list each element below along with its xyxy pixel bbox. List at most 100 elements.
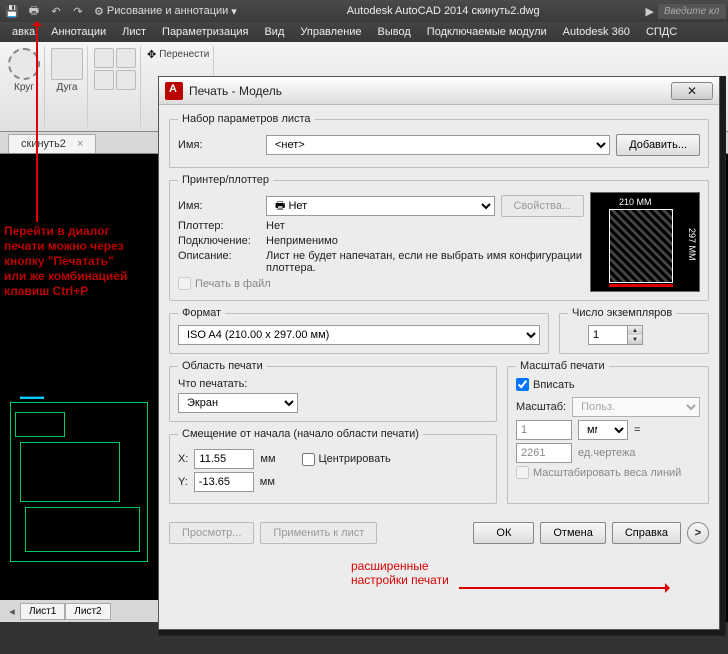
menu-item[interactable]: Параметризация <box>154 24 256 40</box>
spin-down-icon[interactable]: ▼ <box>628 335 642 344</box>
layout-tab[interactable]: Лист2 <box>65 603 110 620</box>
autocad-logo-icon <box>165 82 183 100</box>
search-input[interactable]: Введите кл <box>658 4 726 19</box>
what-label: Что печатать: <box>178 378 488 390</box>
mm-label: мм <box>260 453 275 465</box>
menu-item[interactable]: Autodesk 360 <box>555 24 638 40</box>
menu-item[interactable]: Аннотации <box>43 24 114 40</box>
help-button[interactable]: Справка <box>612 522 681 544</box>
move-label[interactable]: Перенести <box>159 49 209 60</box>
workspace-dropdown[interactable]: ⚙ Рисование и аннотации ▾ <box>90 5 241 18</box>
close-button[interactable]: ✕ <box>671 82 713 100</box>
connection-value: Неприменимо <box>266 235 338 247</box>
scale-label: Масштаб: <box>516 401 566 413</box>
menu-bar: авка Аннотации Лист Параметризация Вид У… <box>0 22 728 42</box>
menu-item[interactable]: Подключаемые модули <box>419 24 555 40</box>
redo-icon[interactable]: ↷ <box>68 2 88 20</box>
format-select[interactable]: ISO A4 (210.00 x 297.00 мм) <box>178 325 540 345</box>
arc-label: Дуга <box>57 82 78 93</box>
offset-group: Смещение от начала (начало области печат… <box>169 428 497 504</box>
printer-legend: Принтер/плоттер <box>178 174 273 186</box>
ok-button[interactable]: ОК <box>473 522 534 544</box>
add-button[interactable]: Добавить... <box>616 134 700 156</box>
cancel-button[interactable]: Отмена <box>540 522 605 544</box>
preview-height: 297 MM <box>687 228 697 261</box>
scale-group: Масштаб печати Вписать Масштаб: Польз. м… <box>507 360 709 504</box>
page-setup-group: Набор параметров листа Имя: <нет> Добави… <box>169 113 709 168</box>
annotation-text: Перейти в диалог печати можно через кноп… <box>4 224 127 299</box>
what-select[interactable]: Экран <box>178 393 298 413</box>
copies-legend: Число экземпляров <box>568 307 676 319</box>
move-icon: ✥ <box>147 48 156 61</box>
close-icon[interactable]: × <box>77 138 83 150</box>
scale-legend: Масштаб печати <box>516 360 609 372</box>
printer-group: Принтер/плоттер Имя: 🖶 Нет Свойства... П… <box>169 174 709 301</box>
plot-area-group: Область печати Что печатать: Экран <box>169 360 497 422</box>
mm-label: мм <box>260 476 275 488</box>
equals-label: = <box>634 424 640 436</box>
save-icon[interactable]: 💾 <box>2 2 22 20</box>
menu-item[interactable]: Вид <box>256 24 292 40</box>
unit1-select[interactable]: мм <box>578 420 628 440</box>
tool-icon[interactable] <box>116 70 136 90</box>
dialog-footer: Просмотр... Применить к лист ОК Отмена С… <box>159 518 719 552</box>
print-to-file-checkbox: Печать в файл <box>178 277 584 290</box>
connection-label: Подключение: <box>178 235 260 247</box>
x-label: X: <box>178 453 188 465</box>
description-label: Описание: <box>178 250 260 262</box>
expand-button[interactable]: > <box>687 522 709 544</box>
format-legend: Формат <box>178 307 225 319</box>
apply-button: Применить к лист <box>260 522 377 544</box>
preview-width: 210 MM <box>619 197 652 207</box>
layout-tab[interactable]: Лист1 <box>20 603 65 620</box>
annotation-right: расширенные настройки печати <box>351 559 449 587</box>
annotation-arrow <box>36 22 38 222</box>
center-checkbox[interactable]: Центрировать <box>302 453 391 466</box>
plotter-label: Плоттер: <box>178 220 260 232</box>
dialog-title: Печать - Модель <box>189 84 671 98</box>
document-tab[interactable]: скинуть2 × <box>8 134 96 153</box>
menu-item[interactable]: Управление <box>292 24 369 40</box>
scale-lineweights-checkbox: Масштабировать веса линий <box>516 466 700 479</box>
gear-icon: ⚙ <box>94 5 104 18</box>
unit2-input <box>516 443 572 463</box>
copies-group: Число экземпляров ▲▼ <box>559 307 709 354</box>
tool-icon[interactable] <box>94 48 114 68</box>
properties-button: Свойства... <box>501 195 584 217</box>
page-setup-select[interactable]: <нет> <box>266 135 610 155</box>
tool-icon[interactable] <box>116 48 136 68</box>
copies-input[interactable] <box>588 325 628 345</box>
scale-select: Польз. <box>572 397 700 417</box>
document-tab-label: скинуть2 <box>21 138 66 150</box>
menu-item[interactable]: Вывод <box>370 24 419 40</box>
description-value: Лист не будет напечатан, если не выбрать… <box>266 250 584 274</box>
undo-icon[interactable]: ↶ <box>46 2 66 20</box>
tool-icon[interactable] <box>94 70 114 90</box>
page-setup-legend: Набор параметров листа <box>178 113 315 125</box>
plotter-value: Нет <box>266 220 285 232</box>
preview-button: Просмотр... <box>169 522 254 544</box>
workspace-label: Рисование и аннотации <box>107 5 228 17</box>
plot-area-legend: Область печати <box>178 360 267 372</box>
paper-preview: 210 MM 297 MM <box>590 192 700 292</box>
x-input[interactable] <box>194 449 254 469</box>
fit-checkbox[interactable]: Вписать <box>516 378 700 391</box>
y-input[interactable] <box>194 472 254 492</box>
offset-legend: Смещение от начала (начало области печат… <box>178 428 423 440</box>
drawing-preview: ▬▬▬ <box>0 382 158 572</box>
name-label: Имя: <box>178 139 260 151</box>
menu-item[interactable]: СПДС <box>638 24 685 40</box>
annotation-arrow-right <box>459 587 669 589</box>
chevron-down-icon: ▾ <box>231 5 237 18</box>
app-title: Autodesk AutoCAD 2014 скинуть2.dwg <box>243 5 644 17</box>
dialog-titlebar: Печать - Модель ✕ <box>159 77 719 105</box>
menu-item[interactable]: Лист <box>114 24 154 40</box>
nav-first-icon[interactable]: ◂ <box>4 603 20 619</box>
unit1-input <box>516 420 572 440</box>
print-dialog: Печать - Модель ✕ Набор параметров листа… <box>158 76 720 630</box>
printer-select[interactable]: 🖶 Нет <box>266 196 495 216</box>
arc-tool-icon[interactable] <box>51 48 83 80</box>
spin-up-icon[interactable]: ▲ <box>628 326 642 335</box>
format-group: Формат ISO A4 (210.00 x 297.00 мм) <box>169 307 549 354</box>
printer-name-label: Имя: <box>178 200 260 212</box>
